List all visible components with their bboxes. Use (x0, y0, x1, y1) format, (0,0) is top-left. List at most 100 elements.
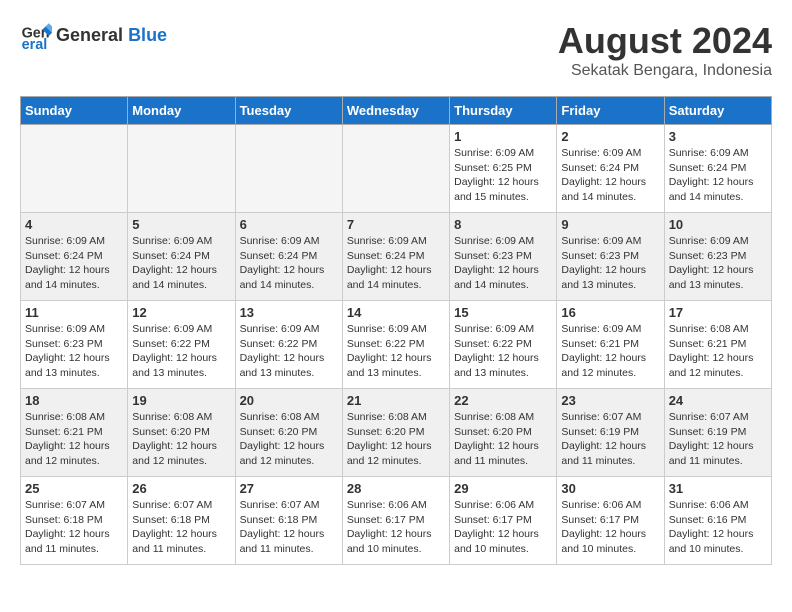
logo: Gen eral General Blue (20, 20, 167, 52)
weekday-header-wednesday: Wednesday (342, 97, 449, 125)
calendar-cell: 29 Sunrise: 6:06 AM Sunset: 6:17 PM Dayli… (450, 477, 557, 565)
calendar-cell: 7 Sunrise: 6:09 AM Sunset: 6:24 PM Daylig… (342, 213, 449, 301)
day-number: 2 (561, 129, 659, 144)
day-info: Sunrise: 6:09 AM Sunset: 6:24 PM Dayligh… (347, 234, 445, 293)
day-info: Sunrise: 6:09 AM Sunset: 6:24 PM Dayligh… (25, 234, 123, 293)
calendar-cell: 1 Sunrise: 6:09 AM Sunset: 6:25 PM Daylig… (450, 125, 557, 213)
calendar-cell: 16 Sunrise: 6:09 AM Sunset: 6:21 PM Dayli… (557, 301, 664, 389)
calendar-cell: 31Sunrise: 6:06 AM Sunset: 6:16 PM Dayli… (664, 477, 771, 565)
day-number: 17 (669, 305, 767, 320)
calendar-cell: 11 Sunrise: 6:09 AM Sunset: 6:23 PM Dayli… (21, 301, 128, 389)
calendar-cell: 24Sunrise: 6:07 AM Sunset: 6:19 PM Dayli… (664, 389, 771, 477)
day-number: 11 (25, 305, 123, 320)
calendar-cell: 8 Sunrise: 6:09 AM Sunset: 6:23 PM Daylig… (450, 213, 557, 301)
day-number: 26 (132, 481, 230, 496)
day-info: Sunrise: 6:07 AM Sunset: 6:18 PM Dayligh… (240, 498, 338, 557)
weekday-header-friday: Friday (557, 97, 664, 125)
day-info: Sunrise: 6:07 AM Sunset: 6:19 PM Dayligh… (561, 410, 659, 469)
day-number: 10 (669, 217, 767, 232)
day-number: 7 (347, 217, 445, 232)
day-number: 19 (132, 393, 230, 408)
day-number: 24 (669, 393, 767, 408)
calendar-week-row: 25Sunrise: 6:07 AM Sunset: 6:18 PM Dayli… (21, 477, 772, 565)
day-info: Sunrise: 6:07 AM Sunset: 6:18 PM Dayligh… (132, 498, 230, 557)
day-number: 16 (561, 305, 659, 320)
day-info: Sunrise: 6:09 AM Sunset: 6:23 PM Dayligh… (454, 234, 552, 293)
day-number: 1 (454, 129, 552, 144)
svg-text:eral: eral (22, 37, 48, 52)
page-header: Gen eral General Blue August 2024 Sekata… (20, 20, 772, 80)
day-info: Sunrise: 6:06 AM Sunset: 6:17 PM Dayligh… (561, 498, 659, 557)
day-info: Sunrise: 6:09 AM Sunset: 6:22 PM Dayligh… (132, 322, 230, 381)
day-info: Sunrise: 6:09 AM Sunset: 6:22 PM Dayligh… (347, 322, 445, 381)
calendar-cell: 13Sunrise: 6:09 AM Sunset: 6:22 PM Dayli… (235, 301, 342, 389)
calendar-cell: 28 Sunrise: 6:06 AM Sunset: 6:17 PM Dayli… (342, 477, 449, 565)
calendar-cell: 26 Sunrise: 6:07 AM Sunset: 6:18 PM Dayli… (128, 477, 235, 565)
day-number: 14 (347, 305, 445, 320)
location: Sekatak Bengara, Indonesia (558, 62, 772, 80)
day-number: 30 (561, 481, 659, 496)
day-number: 6 (240, 217, 338, 232)
calendar-cell: 2 Sunrise: 6:09 AM Sunset: 6:24 PM Daylig… (557, 125, 664, 213)
calendar-cell: 4 Sunrise: 6:09 AM Sunset: 6:24 PM Daylig… (21, 213, 128, 301)
calendar-table: SundayMondayTuesdayWednesdayThursdayFrid… (20, 96, 772, 565)
calendar-cell: 23 Sunrise: 6:07 AM Sunset: 6:19 PM Dayli… (557, 389, 664, 477)
day-number: 23 (561, 393, 659, 408)
day-info: Sunrise: 6:09 AM Sunset: 6:25 PM Dayligh… (454, 146, 552, 205)
day-number: 4 (25, 217, 123, 232)
day-info: Sunrise: 6:06 AM Sunset: 6:17 PM Dayligh… (347, 498, 445, 557)
day-number: 3 (669, 129, 767, 144)
calendar-week-row: 18Sunrise: 6:08 AM Sunset: 6:21 PM Dayli… (21, 389, 772, 477)
day-number: 22 (454, 393, 552, 408)
day-info: Sunrise: 6:06 AM Sunset: 6:17 PM Dayligh… (454, 498, 552, 557)
calendar-cell (235, 125, 342, 213)
day-info: Sunrise: 6:09 AM Sunset: 6:24 PM Dayligh… (669, 146, 767, 205)
day-info: Sunrise: 6:09 AM Sunset: 6:24 PM Dayligh… (561, 146, 659, 205)
day-info: Sunrise: 6:06 AM Sunset: 6:16 PM Dayligh… (669, 498, 767, 557)
calendar-week-row: 1 Sunrise: 6:09 AM Sunset: 6:25 PM Daylig… (21, 125, 772, 213)
title-block: August 2024 Sekatak Bengara, Indonesia (558, 20, 772, 80)
calendar-cell: 17 Sunrise: 6:08 AM Sunset: 6:21 PM Dayli… (664, 301, 771, 389)
day-info: Sunrise: 6:09 AM Sunset: 6:21 PM Dayligh… (561, 322, 659, 381)
calendar-cell: 25Sunrise: 6:07 AM Sunset: 6:18 PM Dayli… (21, 477, 128, 565)
day-number: 18 (25, 393, 123, 408)
calendar-cell (342, 125, 449, 213)
calendar-cell: 18Sunrise: 6:08 AM Sunset: 6:21 PM Dayli… (21, 389, 128, 477)
day-number: 28 (347, 481, 445, 496)
calendar-cell: 30 Sunrise: 6:06 AM Sunset: 6:17 PM Dayli… (557, 477, 664, 565)
day-number: 5 (132, 217, 230, 232)
day-number: 8 (454, 217, 552, 232)
day-info: Sunrise: 6:09 AM Sunset: 6:23 PM Dayligh… (561, 234, 659, 293)
day-number: 9 (561, 217, 659, 232)
day-info: Sunrise: 6:07 AM Sunset: 6:18 PM Dayligh… (25, 498, 123, 557)
day-info: Sunrise: 6:08 AM Sunset: 6:20 PM Dayligh… (240, 410, 338, 469)
day-number: 12 (132, 305, 230, 320)
calendar-cell: 5Sunrise: 6:09 AM Sunset: 6:24 PM Daylig… (128, 213, 235, 301)
logo-line1: General (56, 25, 123, 45)
calendar-cell: 20 Sunrise: 6:08 AM Sunset: 6:20 PM Dayli… (235, 389, 342, 477)
calendar-week-row: 11 Sunrise: 6:09 AM Sunset: 6:23 PM Dayli… (21, 301, 772, 389)
calendar-cell: 19Sunrise: 6:08 AM Sunset: 6:20 PM Dayli… (128, 389, 235, 477)
calendar-cell: 22Sunrise: 6:08 AM Sunset: 6:20 PM Dayli… (450, 389, 557, 477)
weekday-header-sunday: Sunday (21, 97, 128, 125)
calendar-week-row: 4 Sunrise: 6:09 AM Sunset: 6:24 PM Daylig… (21, 213, 772, 301)
calendar-cell (21, 125, 128, 213)
calendar-cell (128, 125, 235, 213)
day-info: Sunrise: 6:09 AM Sunset: 6:23 PM Dayligh… (25, 322, 123, 381)
day-number: 27 (240, 481, 338, 496)
calendar-cell: 21Sunrise: 6:08 AM Sunset: 6:20 PM Dayli… (342, 389, 449, 477)
weekday-header-saturday: Saturday (664, 97, 771, 125)
calendar-cell: 3 Sunrise: 6:09 AM Sunset: 6:24 PM Daylig… (664, 125, 771, 213)
calendar-cell: 6Sunrise: 6:09 AM Sunset: 6:24 PM Daylig… (235, 213, 342, 301)
day-info: Sunrise: 6:09 AM Sunset: 6:22 PM Dayligh… (454, 322, 552, 381)
calendar-cell: 9 Sunrise: 6:09 AM Sunset: 6:23 PM Daylig… (557, 213, 664, 301)
day-number: 29 (454, 481, 552, 496)
logo-icon: Gen eral (20, 20, 52, 52)
day-info: Sunrise: 6:08 AM Sunset: 6:21 PM Dayligh… (669, 322, 767, 381)
weekday-header-row: SundayMondayTuesdayWednesdayThursdayFrid… (21, 97, 772, 125)
calendar-cell: 10Sunrise: 6:09 AM Sunset: 6:23 PM Dayli… (664, 213, 771, 301)
day-number: 13 (240, 305, 338, 320)
day-number: 20 (240, 393, 338, 408)
calendar-cell: 15Sunrise: 6:09 AM Sunset: 6:22 PM Dayli… (450, 301, 557, 389)
day-info: Sunrise: 6:08 AM Sunset: 6:20 PM Dayligh… (347, 410, 445, 469)
